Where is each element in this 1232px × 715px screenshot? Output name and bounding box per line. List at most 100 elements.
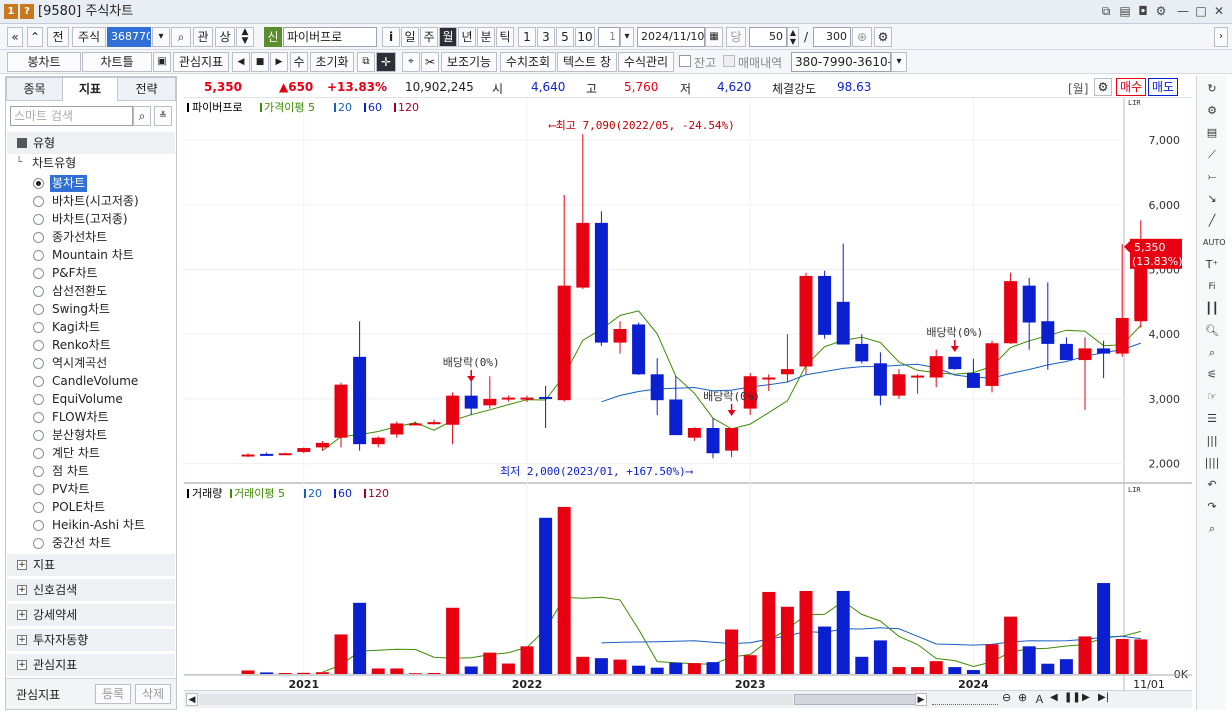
chart-type-radio[interactable] (33, 232, 44, 243)
chart-type-radio[interactable] (33, 214, 44, 225)
chart-type-option[interactable]: 분산형차트 (50, 427, 109, 444)
scroll-right-icon[interactable]: ▶ (915, 693, 927, 706)
zoom-tool-icon[interactable]: 🔍︎ (1203, 322, 1221, 340)
today-button[interactable]: 당 (726, 27, 746, 47)
chart-type-option[interactable]: 종가선차트 (50, 229, 109, 246)
horizontal-line-icon[interactable]: ⤚ (1203, 168, 1221, 186)
search-icon[interactable]: ⌕ (133, 106, 151, 126)
period-week-button[interactable]: 주 (420, 27, 438, 47)
section-investor[interactable]: + 투자자동향 (7, 629, 175, 651)
text-tool-icon[interactable]: T⁺ (1203, 256, 1221, 274)
tab-indicator[interactable]: 지표 (62, 77, 118, 101)
interval-1-button[interactable]: 1 (518, 27, 536, 47)
chart-template-button[interactable]: 차트틀 (82, 52, 152, 72)
save-icon[interactable]: ▣ (153, 52, 171, 72)
minimize-icon[interactable]: — (1175, 3, 1191, 19)
chart-type-option[interactable]: 삼선전환도 (50, 283, 109, 300)
fibonacci-icon[interactable]: Fi (1203, 278, 1221, 296)
vertical-lines-icon[interactable]: ||| (1203, 432, 1221, 450)
account-dropdown-icon[interactable]: ▾ (891, 52, 907, 72)
refresh-icon[interactable]: ↻ (1203, 80, 1221, 98)
collapse-all-icon[interactable]: ≚ (154, 106, 172, 126)
magnifier-icon[interactable]: ⌕ (1203, 344, 1221, 362)
chart-type-radio[interactable] (33, 286, 44, 297)
buy-button[interactable]: 매수 (1116, 78, 1146, 96)
nav-prev-button[interactable]: « (7, 27, 23, 47)
zoom-in-icon[interactable]: ⊕ (1018, 691, 1027, 704)
watch-button[interactable]: 관 (193, 27, 213, 47)
nav-up-button[interactable]: ⌃ (27, 27, 43, 47)
camera-icon[interactable]: ◘ (1135, 3, 1151, 19)
section-signal[interactable]: + 신호검색 (7, 579, 175, 601)
chart-type-option[interactable]: 바차트(고저종) (50, 211, 130, 228)
period-minute-button[interactable]: 분 (477, 27, 495, 47)
period-month-button[interactable]: 월 (439, 27, 457, 47)
zoom-slider[interactable] (932, 693, 998, 705)
close-icon[interactable]: ✕ (1211, 3, 1227, 19)
trend-line-icon[interactable]: ⟋ (1203, 146, 1221, 164)
chart-scroll-bar[interactable]: ◀ ▶ ⊖ ⊕ Ａ ◀ ❚❚ ▶ ▶| (184, 690, 1192, 708)
pin-icon[interactable]: ⌖ (402, 52, 420, 72)
chart-type-option[interactable]: POLE차트 (50, 499, 107, 516)
code-dropdown-icon[interactable]: ▾ (152, 27, 170, 47)
zoom-out-icon[interactable]: ⊖ (1002, 691, 1011, 704)
period-tick-button[interactable]: 틱 (496, 27, 514, 47)
period-year-button[interactable]: 년 (458, 27, 476, 47)
undo-icon[interactable]: ↶ (1203, 476, 1221, 494)
balance-checkbox[interactable] (679, 55, 691, 67)
redo-icon[interactable]: ↷ (1203, 498, 1221, 516)
chart-type-option[interactable]: 계단 차트 (50, 445, 102, 462)
chart-type-option[interactable]: Heikin-Ashi 차트 (50, 517, 147, 534)
stock-chart[interactable]: 2,0003,0004,0005,0006,0007,000 0K10,000K… (184, 98, 1192, 690)
chart-type-option[interactable]: Renko차트 (50, 337, 113, 354)
print-icon[interactable]: ▤ (1117, 3, 1133, 19)
interval-dropdown-icon[interactable]: ▾ (620, 27, 634, 47)
chart-type-option[interactable]: P&F차트 (50, 265, 100, 282)
section-indicator[interactable]: + 지표 (7, 554, 175, 576)
interval-3-button[interactable]: 3 (537, 27, 555, 47)
reset-button[interactable]: 초기화 (310, 52, 354, 72)
scroll-left-icon[interactable]: ◀ (186, 693, 198, 706)
chart-type-option[interactable]: 역시계곡선 (50, 355, 109, 372)
scissors-icon[interactable]: ✂ (421, 52, 439, 72)
interval-5-button[interactable]: 5 (556, 27, 574, 47)
step-forward-icon[interactable]: ▶ (1082, 692, 1090, 703)
chart-type-radio[interactable] (33, 484, 44, 495)
quote-settings-gear-icon[interactable]: ⚙ (1094, 78, 1112, 96)
chart-style-icon[interactable]: ▤ (1203, 124, 1221, 142)
scroll-track[interactable] (199, 694, 793, 705)
copy-icon[interactable]: ⧉ (357, 52, 375, 72)
chart-type-option[interactable]: 봉차트 (50, 175, 88, 192)
interval-10-button[interactable]: 10 (575, 27, 595, 47)
log-scale-toggle-icon[interactable]: LIR (1128, 99, 1141, 107)
numeric-button[interactable]: 수 (290, 52, 308, 72)
chart-type-radio[interactable] (33, 178, 44, 189)
settings-gear-icon[interactable]: ⚙ (1153, 3, 1169, 19)
search-icon[interactable]: ⌕ (171, 27, 191, 47)
chart-type-radio[interactable] (33, 502, 44, 513)
chart-type-option[interactable]: 중간선 차트 (50, 535, 113, 552)
total-count-input[interactable]: 300 (813, 27, 851, 47)
text-window-button[interactable]: 텍스트 창 (557, 52, 617, 72)
formula-manage-button[interactable]: 수식관리 (618, 52, 674, 72)
chart-type-option[interactable]: 바차트(시고저종) (50, 193, 141, 210)
search-tool-icon[interactable]: ⌕ (1203, 520, 1221, 538)
stop-icon[interactable]: ■ (251, 52, 269, 72)
sell-button[interactable]: 매도 (1148, 78, 1178, 96)
crosshair-icon[interactable]: ✛ (376, 52, 396, 72)
scroll-thumb[interactable] (794, 694, 924, 705)
section-type[interactable]: 유형 (7, 132, 175, 154)
chart-type-radio[interactable] (33, 538, 44, 549)
tool-settings-gear-icon[interactable]: ⚙ (1203, 102, 1221, 120)
section-strength[interactable]: + 강세약세 (7, 604, 175, 626)
smart-search-input[interactable]: 스마트 검색 (10, 106, 133, 126)
trade-history-checkbox[interactable] (723, 55, 735, 67)
market-type-select[interactable]: 주식 (72, 27, 106, 47)
chart-type-radio[interactable] (33, 340, 44, 351)
maximize-icon[interactable]: □ (1193, 3, 1209, 19)
pattern-icon[interactable]: ⚟ (1203, 366, 1221, 384)
auto-line-icon[interactable]: AUTO (1203, 234, 1226, 252)
chart-type-radio[interactable] (33, 268, 44, 279)
chart-type-radio[interactable] (33, 448, 44, 459)
chart-type-radio[interactable] (33, 376, 44, 387)
